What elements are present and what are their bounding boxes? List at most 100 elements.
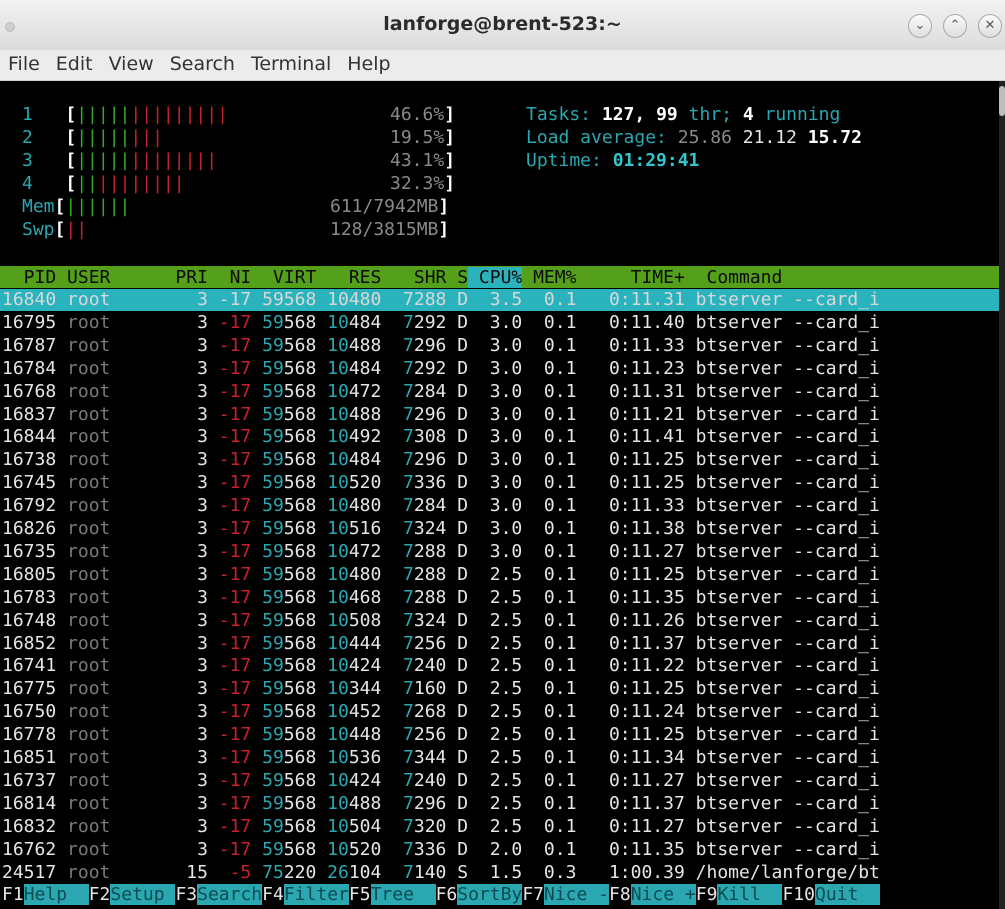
menu-view[interactable]: View [101,50,162,78]
table-row[interactable]: 16844 root 3 -17 59568 10492 7308 D 3.0 … [2,426,880,448]
fkey-f9[interactable]: F9Kill [696,884,783,905]
fkey-f6[interactable]: F6SortBy [436,884,523,905]
cell-shr-hi: 7 [381,426,414,448]
cell-shr: 7288 [381,587,446,608]
cell-shr: 7240 [381,770,446,791]
cell-mem: 0.1 [522,403,577,425]
col-time[interactable]: TIME+ [576,267,685,288]
table-row[interactable]: 16741 root 3 -17 59568 10424 7240 D 2.5 … [2,655,880,677]
table-row[interactable]: 16762 root 3 -17 59568 10520 7336 D 2.0 … [2,839,880,861]
table-row[interactable]: 16748 root 3 -17 59568 10508 7324 D 2.5 … [2,610,880,632]
cell-command: btserver --card_i [684,495,880,517]
title-bar[interactable]: lanforge@brent-523:~ ⌄ ⌃ ✕ [0,0,1005,50]
scrollbar-track[interactable] [999,81,1005,909]
cell-virt: 59568 [251,564,316,585]
minimize-icon[interactable]: ⌄ [908,14,932,38]
cell-res-lo: 516 [348,518,382,539]
cell-time: 0:11.21 [576,403,685,425]
table-row[interactable]: 24517 root 15 -5 75220 26104 7140 S 1.5 … [2,862,880,884]
cell-state: D [446,701,469,723]
col-shr[interactable]: SHR [381,267,447,288]
table-row[interactable]: 16737 root 3 -17 59568 10424 7240 D 2.5 … [2,770,880,792]
menu-terminal[interactable]: Terminal [243,50,339,78]
col-command[interactable]: Command [685,267,1005,288]
fkey-f3[interactable]: F3Search [175,884,263,905]
table-row[interactable]: 16826 root 3 -17 59568 10516 7324 D 3.0 … [2,518,880,540]
table-row[interactable]: 16851 root 3 -17 59568 10536 7344 D 2.5 … [2,747,880,769]
swap-meter: Swp[|| [22,219,88,240]
cell-pid: 16844 [2,426,57,448]
cell-virt: 59568 [251,541,316,562]
cell-pid: 16784 [2,357,57,379]
table-row[interactable]: 16735 root 3 -17 59568 10472 7288 D 3.0 … [2,541,880,563]
cell-pri: 3 [164,518,208,539]
table-row[interactable]: 16775 root 3 -17 59568 10344 7160 D 2.5 … [2,678,880,700]
fkey-f5[interactable]: F5Tree [349,884,436,905]
col-pri[interactable]: PRI [165,267,208,288]
col-pid[interactable]: PID [2,267,57,288]
fkey-f8[interactable]: F8Nice + [609,884,696,905]
cell-pri: 3 [164,334,208,356]
maximize-icon[interactable]: ⌃ [943,14,967,38]
table-row[interactable]: 16832 root 3 -17 59568 10504 7320 D 2.5 … [2,816,880,838]
menu-help[interactable]: Help [339,50,398,78]
table-row[interactable]: 16814 root 3 -17 59568 10488 7296 D 2.5 … [2,793,880,815]
cell-shr: 7288 [381,541,446,562]
table-row[interactable]: 16840 root 3 -17 59568 10480 7288 D 3.5 … [2,289,880,311]
cell-cpu: 1.5 [468,861,523,883]
table-row[interactable]: 16852 root 3 -17 59568 10444 7256 D 2.5 … [2,633,880,655]
table-row[interactable]: 16738 root 3 -17 59568 10484 7296 D 3.0 … [2,449,880,471]
cell-shr-hi: 7 [381,289,414,310]
col-virt[interactable]: VIRT [251,267,316,288]
cell-mem: 0.1 [522,357,577,379]
menu-edit[interactable]: Edit [48,50,101,78]
column-header[interactable]: PID USER PRI NI VIRT RES SHR S CPU% MEM%… [0,266,1005,288]
cell-virt: 59568 [251,518,316,539]
fkey-f7[interactable]: F7Nice - [522,884,610,905]
col-mem[interactable]: MEM% [522,267,576,288]
cell-time: 0:11.31 [576,289,685,310]
table-row[interactable]: 16805 root 3 -17 59568 10480 7288 D 2.5 … [2,564,880,586]
menu-file[interactable]: File [0,50,48,78]
cell-res: 10504 [316,816,381,837]
menu-search[interactable]: Search [162,50,243,78]
cell-time: 0:11.22 [576,655,685,677]
cell-state: S [446,861,469,883]
cell-command: btserver --card_i [684,334,880,356]
fkey-f10[interactable]: F10Quit [782,884,881,905]
col-s[interactable]: S [446,267,468,288]
col-res[interactable]: RES [316,267,382,288]
cell-shr-lo: 284 [413,495,447,517]
table-row[interactable]: 16778 root 3 -17 59568 10448 7256 D 2.5 … [2,724,880,746]
table-row[interactable]: 16792 root 3 -17 59568 10480 7284 D 3.0 … [2,495,880,517]
cell-mem: 0.1 [522,792,577,814]
table-row[interactable]: 16837 root 3 -17 59568 10488 7296 D 3.0 … [2,404,880,426]
col-cpu[interactable]: CPU% [468,267,523,288]
cell-ni: -17 [207,472,252,494]
cell-state: D [446,678,469,700]
cell-cpu: 3.0 [468,472,523,494]
cell-res-lo: 504 [348,815,382,837]
table-row[interactable]: 16795 root 3 -17 59568 10484 7292 D 3.0 … [2,312,880,334]
table-row[interactable]: 16783 root 3 -17 59568 10468 7288 D 2.5 … [2,587,880,609]
cell-state: D [446,540,469,562]
terminal-area[interactable]: 1 [|||||||||||||| 46.6%] 2 [|||||||| 19.… [0,81,1005,909]
cell-ni: -17 [207,426,252,448]
table-row[interactable]: 16768 root 3 -17 59568 10472 7284 D 3.0 … [2,381,880,403]
cell-res-hi: 10 [316,380,349,402]
table-row[interactable]: 16784 root 3 -17 59568 10484 7292 D 3.0 … [2,358,880,380]
cell-state: D [446,586,469,608]
cell-pri: 3 [164,472,208,494]
table-row[interactable]: 16750 root 3 -17 59568 10452 7268 D 2.5 … [2,701,880,723]
fkey-f1[interactable]: F1Help [2,884,89,905]
col-user[interactable]: USER [56,267,164,288]
col-ni[interactable]: NI [208,267,252,288]
cell-shr-hi: 7 [381,563,414,585]
table-row[interactable]: 16745 root 3 -17 59568 10520 7336 D 3.0 … [2,472,880,494]
table-row[interactable]: 16787 root 3 -17 59568 10488 7296 D 3.0 … [2,335,880,357]
cell-virt: 59568 [251,839,316,860]
fkey-f2[interactable]: F2Setup [89,884,176,905]
fkey-f4[interactable]: F4Filter [262,884,349,905]
close-icon[interactable]: ✕ [978,14,1002,38]
scrollbar-thumb[interactable] [999,86,1005,116]
